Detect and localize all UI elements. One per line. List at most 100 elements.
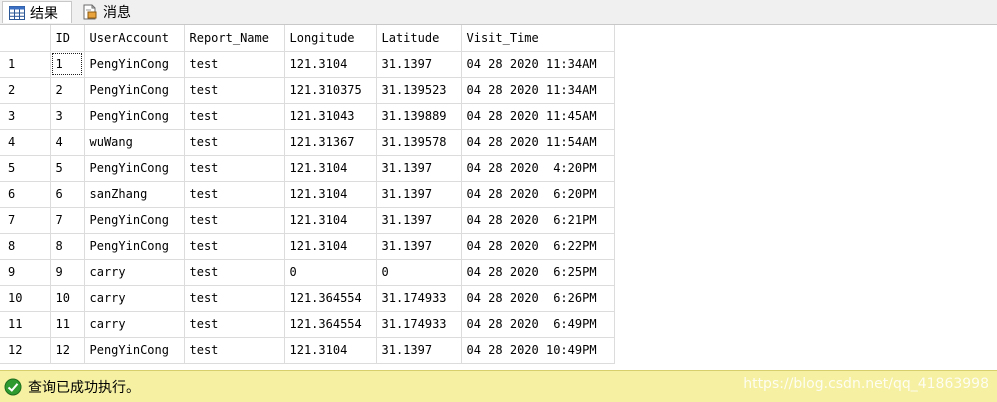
table-cell[interactable]: 0 — [284, 259, 377, 286]
table-cell[interactable]: 04 28 2020 6:22PM — [461, 233, 615, 260]
table-row[interactable]: 4 4 wuWang test 121.31367 31.139578 04 28 2020… — [0, 129, 615, 156]
table-cell[interactable]: test — [184, 311, 285, 338]
table-cell[interactable]: 31.1397 — [376, 337, 462, 364]
table-cell[interactable]: 1 — [50, 51, 85, 78]
table-cell[interactable]: 121.310375 — [284, 77, 377, 104]
table-cell[interactable]: 0 — [376, 259, 462, 286]
table-cell[interactable]: PengYinCong — [84, 155, 185, 182]
table-cell[interactable]: 10 — [50, 285, 85, 312]
table-cell[interactable]: 5 — [50, 155, 85, 182]
table-cell[interactable]: carry — [84, 311, 185, 338]
row-number[interactable]: 10 — [0, 285, 51, 312]
table-cell[interactable]: 31.139889 — [376, 103, 462, 130]
table-cell[interactable]: 121.3104 — [284, 181, 377, 208]
table-cell[interactable]: PengYinCong — [84, 51, 185, 78]
row-number[interactable]: 6 — [0, 181, 51, 208]
column-header[interactable]: UserAccount — [84, 25, 185, 52]
table-cell[interactable]: 31.139523 — [376, 77, 462, 104]
table-cell[interactable]: 04 28 2020 11:45AM — [461, 103, 615, 130]
tab-results[interactable]: 结果 — [2, 1, 72, 23]
table-row[interactable]: 3 3 PengYinCong test 121.31043 31.139889 04 28… — [0, 103, 615, 130]
table-cell[interactable]: PengYinCong — [84, 103, 185, 130]
table-cell[interactable]: 4 — [50, 129, 85, 156]
table-cell[interactable]: 04 28 2020 10:49PM — [461, 337, 615, 364]
corner-header[interactable] — [0, 25, 51, 52]
table-row[interactable]: 7 7 PengYinCong test 121.3104 31.1397 04 28 20… — [0, 207, 615, 234]
table-cell[interactable]: 121.3104 — [284, 155, 377, 182]
table-row[interactable]: 6 6 sanZhang test 121.3104 31.1397 04 28 2020 … — [0, 181, 615, 208]
column-header[interactable]: Report_Name — [184, 25, 285, 52]
table-cell[interactable]: test — [184, 155, 285, 182]
table-cell[interactable]: test — [184, 51, 285, 78]
table-cell[interactable]: 31.1397 — [376, 207, 462, 234]
table-cell[interactable]: 8 — [50, 233, 85, 260]
table-cell[interactable]: 31.174933 — [376, 311, 462, 338]
row-number[interactable]: 8 — [0, 233, 51, 260]
table-cell[interactable]: test — [184, 233, 285, 260]
table-cell[interactable]: 3 — [50, 103, 85, 130]
table-cell[interactable]: 121.31043 — [284, 103, 377, 130]
table-cell[interactable]: test — [184, 129, 285, 156]
row-number[interactable]: 4 — [0, 129, 51, 156]
table-row[interactable]: 5 5 PengYinCong test 121.3104 31.1397 04 28 20… — [0, 155, 615, 182]
table-cell[interactable]: 04 28 2020 11:34AM — [461, 77, 615, 104]
table-cell[interactable]: 121.31367 — [284, 129, 377, 156]
table-row[interactable]: 2 2 PengYinCong test 121.310375 31.139523 04 2… — [0, 77, 615, 104]
table-cell[interactable]: 9 — [50, 259, 85, 286]
table-cell[interactable]: 121.3104 — [284, 233, 377, 260]
table-cell[interactable]: 121.364554 — [284, 311, 377, 338]
table-cell[interactable]: 31.1397 — [376, 51, 462, 78]
table-row[interactable]: 1 1 PengYinCong test 121.3104 31.1397 04 28 20… — [0, 51, 615, 78]
table-row[interactable]: 8 8 PengYinCong test 121.3104 31.1397 04 28 20… — [0, 233, 615, 260]
column-header[interactable]: Visit_Time — [461, 25, 615, 52]
row-number[interactable]: 7 — [0, 207, 51, 234]
row-number[interactable]: 3 — [0, 103, 51, 130]
table-row[interactable]: 10 10 carry test 121.364554 31.174933 04 28 20… — [0, 285, 615, 312]
table-cell[interactable]: PengYinCong — [84, 233, 185, 260]
table-cell[interactable]: test — [184, 103, 285, 130]
table-cell[interactable]: 2 — [50, 77, 85, 104]
table-cell[interactable]: 04 28 2020 6:21PM — [461, 207, 615, 234]
table-cell[interactable]: 121.3104 — [284, 207, 377, 234]
row-number[interactable]: 2 — [0, 77, 51, 104]
row-number[interactable]: 9 — [0, 259, 51, 286]
table-cell[interactable]: test — [184, 337, 285, 364]
table-cell[interactable]: test — [184, 207, 285, 234]
table-cell[interactable]: 04 28 2020 6:25PM — [461, 259, 615, 286]
table-cell[interactable]: 04 28 2020 11:54AM — [461, 129, 615, 156]
table-cell[interactable]: 12 — [50, 337, 85, 364]
table-cell[interactable]: PengYinCong — [84, 77, 185, 104]
table-row[interactable]: 9 9 carry test 0 0 04 28 2020 6:25PM — [0, 259, 615, 286]
table-cell[interactable]: test — [184, 181, 285, 208]
row-number[interactable]: 11 — [0, 311, 51, 338]
table-cell[interactable]: 121.3104 — [284, 51, 377, 78]
table-cell[interactable]: 04 28 2020 6:49PM — [461, 311, 615, 338]
table-row[interactable]: 12 12 PengYinCong test 121.3104 31.1397 04 28 … — [0, 337, 615, 364]
table-cell[interactable]: 31.1397 — [376, 181, 462, 208]
column-header[interactable]: Longitude — [284, 25, 377, 52]
table-cell[interactable]: test — [184, 259, 285, 286]
table-cell[interactable]: 11 — [50, 311, 85, 338]
table-cell[interactable]: 04 28 2020 4:20PM — [461, 155, 615, 182]
row-number[interactable]: 1 — [0, 51, 51, 78]
table-cell[interactable]: carry — [84, 285, 185, 312]
table-cell[interactable]: wuWang — [84, 129, 185, 156]
table-cell[interactable]: 31.174933 — [376, 285, 462, 312]
tab-messages[interactable]: 消息 — [76, 1, 144, 23]
table-cell[interactable]: 04 28 2020 6:26PM — [461, 285, 615, 312]
table-cell[interactable]: PengYinCong — [84, 207, 185, 234]
table-cell[interactable]: PengYinCong — [84, 337, 185, 364]
table-cell[interactable]: carry — [84, 259, 185, 286]
table-cell[interactable]: sanZhang — [84, 181, 185, 208]
row-number[interactable]: 12 — [0, 337, 51, 364]
column-header[interactable]: Latitude — [376, 25, 462, 52]
column-header[interactable]: ID — [50, 25, 85, 52]
table-cell[interactable]: 31.1397 — [376, 233, 462, 260]
table-cell[interactable]: 04 28 2020 6:20PM — [461, 181, 615, 208]
table-cell[interactable]: 31.1397 — [376, 155, 462, 182]
table-cell[interactable]: 121.364554 — [284, 285, 377, 312]
table-cell[interactable]: 31.139578 — [376, 129, 462, 156]
table-cell[interactable]: 6 — [50, 181, 85, 208]
table-cell[interactable]: test — [184, 77, 285, 104]
row-number[interactable]: 5 — [0, 155, 51, 182]
